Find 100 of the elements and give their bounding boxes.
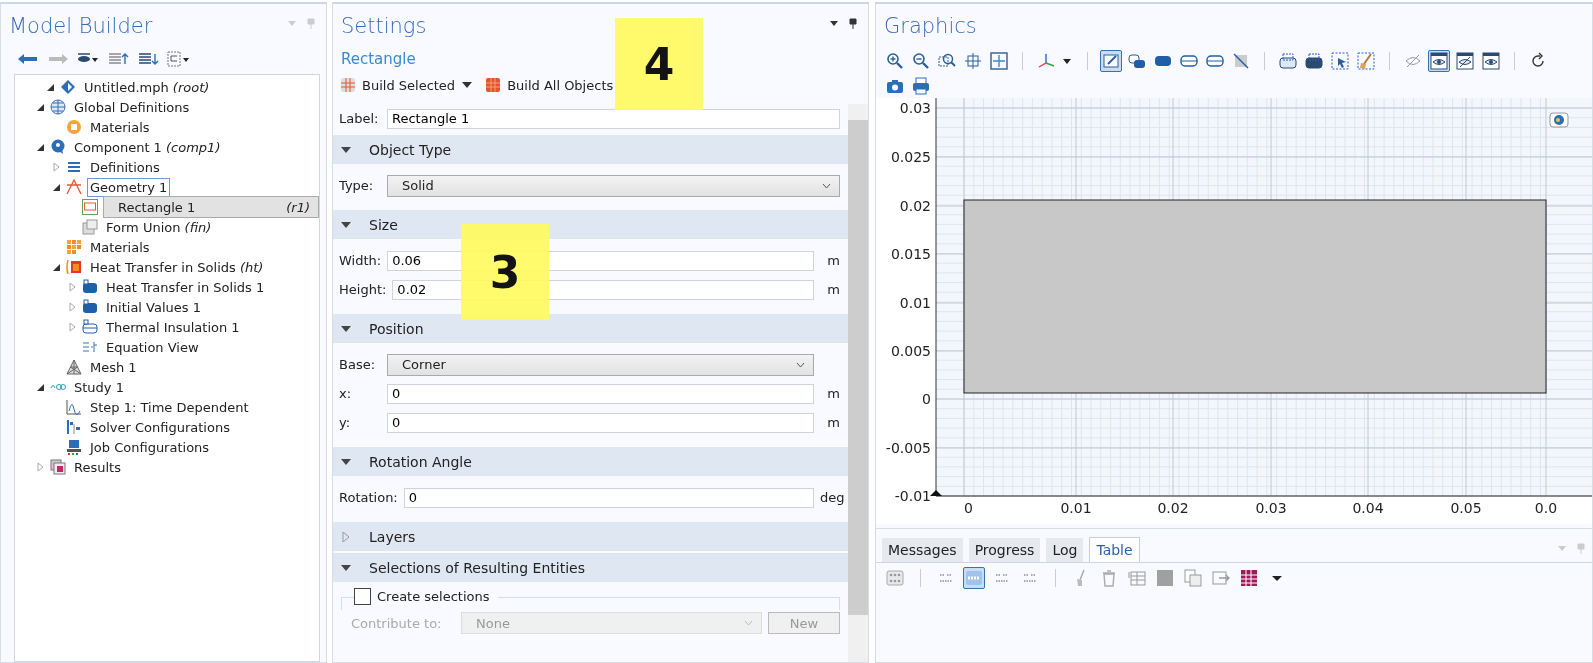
tree-item[interactable]: Study 1 [71,377,127,397]
build-button[interactable]: Build All Objects [484,75,616,95]
tree-item[interactable]: Equation View [103,337,202,357]
clear-selection-icon[interactable] [1355,49,1377,72]
collapse-icon[interactable] [107,51,129,67]
select-pointer-icon[interactable] [1329,49,1351,72]
axis-tick-label: 0.015 [890,246,931,262]
component-icon [50,139,66,155]
panel-tab[interactable]: Log [1046,538,1084,562]
tree-item[interactable]: Materials [87,237,153,257]
wireframe-icon[interactable] [1100,49,1122,72]
value-field[interactable]: 0 [387,383,814,404]
value-field[interactable]: 0 [387,412,814,433]
dropdown[interactable]: Solid [387,174,840,197]
tree-item[interactable]: Materials [87,117,153,137]
globe-icon [50,99,66,115]
field-label: Rotation: [339,490,398,505]
unit-label: m [826,253,840,268]
expanded-arrow-icon[interactable] [341,324,351,333]
eye-hide-icon[interactable] [1454,49,1476,72]
expanded-arrow-icon[interactable] [341,563,351,572]
tree-item[interactable]: Step 1: Time Dependent [87,397,252,417]
eye-icon[interactable] [1428,49,1450,72]
panel-menu-icon[interactable] [830,18,858,30]
domain-icon [82,279,98,295]
value-field[interactable]: 0 [403,487,814,508]
expanded-arrow-icon[interactable] [341,220,351,229]
field-label: Label: [339,111,380,126]
checkbox[interactable] [354,588,371,605]
expanded-arrow-icon[interactable] [35,142,45,152]
dropdown[interactable]: Corner [387,353,814,376]
expanded-arrow-icon[interactable] [341,457,351,466]
tree-item[interactable]: Initial Values 1 [103,297,204,317]
tree-item[interactable]: Form Union (fin) [103,217,215,237]
expanded-arrow-icon[interactable] [341,145,351,154]
section-header[interactable]: Size [333,210,848,239]
axis-tick-label: -0.005 [885,440,931,456]
graph-icon [66,399,82,415]
back-arrow-icon[interactable] [17,51,39,67]
tree-item[interactable]: Job Configurations [87,437,213,457]
field-label: x: [339,386,353,401]
table-color-icon[interactable] [1238,567,1260,589]
scrollbar[interactable] [848,104,868,662]
axis-tick-label: 0.025 [890,149,931,165]
expanded-arrow-icon[interactable] [51,262,61,272]
field-label: y: [339,415,352,430]
union-icon [82,219,98,235]
print-icon[interactable] [910,74,932,97]
section-header[interactable]: Selections of Resulting Entities [333,553,848,582]
section-header[interactable]: Object Type [333,135,848,164]
panel-title: Model Builder [9,14,153,38]
chevron-icon [744,620,753,626]
axis-tick-label: -0.01 [894,488,931,504]
tree-item[interactable]: Definitions [87,157,163,177]
axis-tick-label: 0.01 [1060,500,1092,516]
tree-item[interactable]: Rectangle 1 (r1) [103,196,319,218]
section-header[interactable]: Position [333,314,848,343]
build-button[interactable]: Build Selected [339,75,475,95]
unit-label: m [826,386,840,401]
expanded-arrow-icon[interactable] [35,102,45,112]
unit-label: m [826,415,840,430]
tree-item[interactable]: Untitled.mph (root) [81,77,213,97]
compass-icon[interactable] [1549,112,1569,128]
tree-item[interactable]: Results [71,457,124,477]
tree-item[interactable]: Global Definitions [71,97,193,117]
field-label: Type: [339,178,375,193]
axis-tick-label: 0.03 [1255,500,1287,516]
tree-item[interactable]: Thermal Insulation 1 [103,317,243,337]
boundary-icon [82,319,98,335]
tree-item[interactable]: Mesh 1 [87,357,140,377]
label-field[interactable]: Rectangle 1 [387,108,840,129]
section-header[interactable]: Layers [333,522,848,551]
tree-item[interactable]: Solver Configurations [87,417,233,437]
graphics-canvas[interactable]: 0 0.01 0.02 0.03 0.04 0.05 0.0 0.03 0.025 0.02 0.015 0.01 0.005 0 -0.005 -0.01 [876,98,1592,524]
field-label: Base: [339,357,377,372]
field-label: Height: [339,282,387,297]
field-label: Width: [339,253,382,268]
caret-icon[interactable] [462,82,473,88]
format-auto-icon[interactable] [963,567,985,589]
mesh-icon [66,359,82,375]
expanded-arrow-icon[interactable] [51,182,61,192]
panel-tab[interactable]: Progress [968,538,1041,562]
section-header[interactable]: Rotation Angle [333,447,848,476]
table-settings-icon[interactable] [884,567,906,589]
panel-tab[interactable]: Table [1089,537,1140,562]
panel-tab[interactable]: Messages [882,538,963,562]
axis-tick-label: 0.02 [899,198,931,214]
eye-icon[interactable] [1480,49,1502,72]
expand-icon[interactable] [137,51,159,67]
tree-item[interactable]: Heat Transfer in Solids 1 [103,277,268,297]
tree-icon[interactable] [167,51,189,67]
panel-title: Graphics [884,14,977,38]
expanded-arrow-icon[interactable] [45,82,55,92]
tree-item[interactable]: Heat Transfer in Solids (ht) [87,257,267,277]
axis-tick-label: 0.01 [899,295,931,311]
zoom-extents-icon[interactable] [988,49,1010,72]
list-icon [66,159,82,175]
tree-item[interactable]: Component 1 (comp1) [71,137,224,157]
axis-tick-label: 0 [964,500,973,516]
expanded-arrow-icon[interactable] [35,382,45,392]
